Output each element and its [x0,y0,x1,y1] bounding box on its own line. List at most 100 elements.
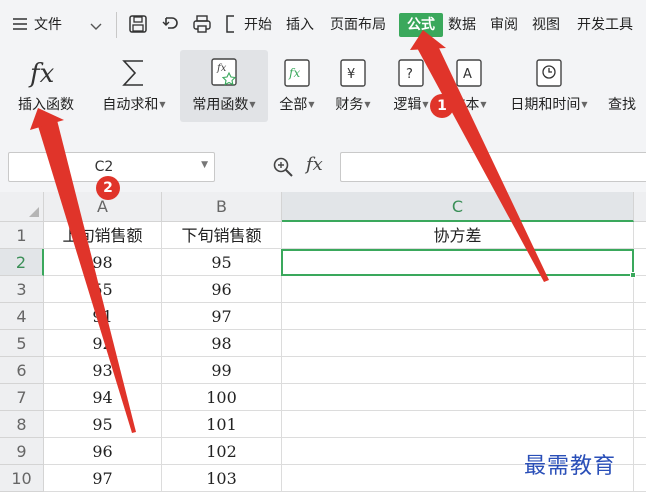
watermark: 最需教育 [524,454,617,479]
row-header-6[interactable]: 6 [0,357,44,384]
tab-page-layout[interactable]: 页面布局 [330,16,386,34]
financial-label: 财务 [335,97,364,113]
column-header-c[interactable]: C [282,192,634,222]
all-functions-button[interactable]: fx 全部▼ [272,50,322,122]
row-header-9[interactable]: 9 [0,438,44,465]
cell-a6[interactable]: 93 [44,357,162,384]
tab-view[interactable]: 视图 [532,16,560,34]
common-functions-label: 常用函数 [192,97,249,113]
cell-b9[interactable]: 102 [162,438,282,465]
dropdown-caret-icon: ▼ [249,100,256,109]
cell-a2[interactable]: 98 [44,249,162,276]
svg-text:A: A [463,67,472,82]
tab-formula[interactable]: 公式 [399,13,443,37]
cell-a9[interactable]: 96 [44,438,162,465]
logical-functions-button[interactable]: ? 逻辑▼ [386,50,436,122]
financial-functions-button[interactable]: ¥ 财务▼ [328,50,378,122]
row-header-4[interactable]: 4 [0,303,44,330]
cell-d4[interactable] [634,303,646,330]
cell-d10[interactable] [634,465,646,492]
dropdown-caret-icon: ▼ [159,100,166,109]
date-time-functions-button[interactable]: 日期和时间▼ [500,50,598,122]
dropdown-caret-icon: ▼ [422,100,429,109]
row-header-5[interactable]: 5 [0,330,44,357]
cell-a8[interactable]: 95 [44,411,162,438]
print-preview-icon[interactable] [224,14,238,38]
cell-b2[interactable]: 95 [162,249,282,276]
row-header-8[interactable]: 8 [0,411,44,438]
cell-d6[interactable] [634,357,646,384]
print-icon[interactable] [192,14,212,38]
save-icon[interactable] [128,14,148,38]
zoom-search-icon[interactable] [272,156,294,182]
select-all-corner[interactable] [0,192,44,222]
cell-d9[interactable] [634,438,646,465]
cell-d3[interactable] [634,276,646,303]
undo-icon[interactable] [160,14,180,38]
cell-a3[interactable]: 55 [44,276,162,303]
cell-b1[interactable]: 下旬销售额 [162,222,282,249]
question-book-icon: ? [386,56,436,90]
row-header-1[interactable]: 1 [0,222,44,249]
lookup-functions-button[interactable]: 查找 [608,50,646,122]
row-header-2[interactable]: 2 [0,249,44,276]
tab-review[interactable]: 审阅 [490,16,518,34]
select-all-triangle-icon [29,207,39,217]
name-box-value: C2 [94,159,114,175]
column-header-d[interactable] [634,192,646,222]
cell-a4[interactable]: 91 [44,303,162,330]
cell-b10[interactable]: 103 [162,465,282,492]
common-functions-button[interactable]: fx 常用函数▼ [180,50,268,122]
tab-insert[interactable]: 插入 [286,16,314,34]
fill-handle[interactable] [630,272,636,278]
cell-b4[interactable]: 97 [162,303,282,330]
cell-a7[interactable]: 94 [44,384,162,411]
row-header-7[interactable]: 7 [0,384,44,411]
clock-book-icon [500,56,598,90]
svg-text:fx: fx [216,63,227,74]
cell-c5[interactable] [282,330,634,357]
insert-function-button[interactable]: fx 插入函数 [10,50,82,122]
annotation-badge-1: 1 [430,94,454,118]
cell-b6[interactable]: 99 [162,357,282,384]
chevron-down-icon[interactable] [90,18,102,37]
row-header-3[interactable]: 3 [0,276,44,303]
annotation-badge-2: 2 [96,176,120,200]
svg-text:?: ? [406,67,413,82]
autosum-button[interactable]: 自动求和▼ [92,50,176,122]
cell-c8[interactable] [282,411,634,438]
file-menu[interactable]: 文件 [34,16,62,34]
cell-c1[interactable]: 协方差 [282,222,634,249]
cell-c6[interactable] [282,357,634,384]
tab-home[interactable]: 开始 [244,16,272,34]
fx-icon[interactable]: fx [306,154,323,175]
cell-a1[interactable]: 上旬销售额 [44,222,162,249]
dropdown-caret-icon: ▼ [480,100,487,109]
cell-d1[interactable] [634,222,646,249]
svg-text:fx: fx [288,66,300,80]
row-header-10[interactable]: 10 [0,465,44,492]
column-header-b[interactable]: B [162,192,282,222]
cell-a5[interactable]: 92 [44,330,162,357]
cell-b5[interactable]: 98 [162,330,282,357]
tab-developer[interactable]: 开发工具 [577,16,633,34]
formula-ribbon: fx 插入函数 自动求和▼ fx 常用函数▼ fx 全部▼ ¥ 财务▼ ? 逻辑… [0,50,646,126]
cell-d5[interactable] [634,330,646,357]
tab-data[interactable]: 数据 [448,16,476,34]
cell-c4[interactable] [282,303,634,330]
cell-d7[interactable] [634,384,646,411]
date-time-label: 日期和时间 [510,97,581,113]
insert-function-label: 插入函数 [18,97,74,113]
cell-b7[interactable]: 100 [162,384,282,411]
cell-b8[interactable]: 101 [162,411,282,438]
formula-input[interactable] [340,152,646,182]
chevron-down-icon[interactable]: ▼ [201,160,208,170]
dropdown-caret-icon: ▼ [581,100,588,109]
cell-a10[interactable]: 97 [44,465,162,492]
cell-c3[interactable] [282,276,634,303]
cell-c7[interactable] [282,384,634,411]
cell-d8[interactable] [634,411,646,438]
autosum-label: 自动求和 [102,97,159,113]
cell-b3[interactable]: 96 [162,276,282,303]
hamburger-menu-icon[interactable] [12,16,28,36]
